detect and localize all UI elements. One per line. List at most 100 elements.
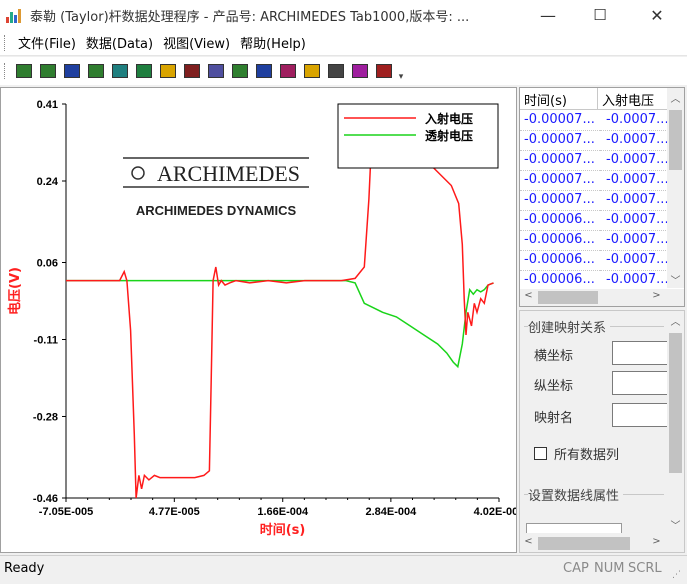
notes-icon[interactable] xyxy=(325,60,347,82)
x-axis-input[interactable] xyxy=(612,341,668,365)
archimedes-logo: ARCHIMEDES ARCHIMEDES DYNAMICS xyxy=(123,157,309,218)
legend-box xyxy=(337,103,499,169)
help-icon[interactable] xyxy=(301,60,323,82)
y-tick-label: 0.06 xyxy=(37,258,58,270)
props-scroll-right-icon[interactable]: > xyxy=(648,536,665,547)
transform-icon[interactable] xyxy=(205,60,227,82)
table-row[interactable]: -0.00006... -0.0007... xyxy=(520,251,668,271)
close-box-icon-glyph xyxy=(280,64,296,78)
props-scroll-left-icon[interactable]: < xyxy=(520,536,537,547)
cell-incident-voltage[interactable]: -0.0007... xyxy=(600,191,668,211)
cell-time[interactable]: -0.00007... xyxy=(520,171,600,191)
title-bar: 泰勒 (Taylor)杆数据处理程序 - 产品号: ARCHIMEDES Tab… xyxy=(0,0,687,30)
status-text: Ready xyxy=(4,561,45,576)
cell-incident-voltage[interactable]: -0.0007... xyxy=(600,231,668,251)
table-row[interactable]: -0.00007... -0.0007... xyxy=(520,111,668,131)
grid-col-incident[interactable]: 入射电压 xyxy=(598,88,668,109)
scroll-up-icon[interactable]: ︿ xyxy=(667,90,684,105)
y-axis-title: 电压(V) xyxy=(7,267,23,315)
print-icon-glyph xyxy=(88,64,104,78)
table-row[interactable]: -0.00007... -0.0007... xyxy=(520,191,668,211)
line-series-combo[interactable] xyxy=(526,523,622,533)
grid-horizontal-scrollbar[interactable]: < > xyxy=(520,289,684,306)
table-row[interactable]: -0.00006... -0.0007... xyxy=(520,271,668,291)
props-scroll-down-icon[interactable]: ﹀ xyxy=(667,517,684,532)
table-row[interactable]: -0.00007... -0.0007... xyxy=(520,151,668,171)
cell-time[interactable]: -0.00007... xyxy=(520,131,600,151)
menu-data[interactable]: 数据(Data) xyxy=(81,33,158,52)
cell-incident-voltage[interactable]: -0.0007... xyxy=(600,171,668,191)
cell-incident-voltage[interactable]: -0.0007... xyxy=(600,131,668,151)
print-icon[interactable] xyxy=(85,60,107,82)
y-tick-label: -0.11 xyxy=(34,334,58,346)
num-indicator: NUM xyxy=(594,561,625,576)
open-folder-icon[interactable] xyxy=(13,60,35,82)
axis-icon[interactable] xyxy=(373,60,395,82)
close-box-icon[interactable] xyxy=(277,60,299,82)
scroll-down-icon[interactable]: ﹀ xyxy=(667,272,684,287)
toolbar-overflow-icon[interactable]: ▾ xyxy=(397,60,405,82)
close-button[interactable]: ✕ xyxy=(634,0,680,30)
properties-panel: 创建映射关系 横坐标 纵坐标 映射名 所有数据列 设置数据线属性 ︿ ﹀ < > xyxy=(519,310,685,553)
data-grid[interactable]: 时间(s) 入射电压 -0.00007... -0.0007... -0.00007… xyxy=(519,87,685,307)
minimize-button[interactable]: — xyxy=(525,0,571,30)
save-icon-glyph xyxy=(64,64,80,78)
chart-icon[interactable] xyxy=(109,60,131,82)
scroll-right-icon[interactable]: > xyxy=(648,290,665,301)
help-icon-glyph xyxy=(304,64,320,78)
x-tick-label: 2.84E-004 xyxy=(365,506,417,518)
grid-icon[interactable] xyxy=(253,60,275,82)
menu-file[interactable]: 文件(File) xyxy=(13,33,81,52)
cell-incident-voltage[interactable]: -0.0007... xyxy=(600,251,668,271)
cell-time[interactable]: -0.00006... xyxy=(520,211,600,231)
voltage-chart[interactable]: 0.41 0.24 0.06 -0.11 -0.28 -0.46-7.05E-005 4.7… xyxy=(1,88,525,552)
menu-help[interactable]: 帮助(Help) xyxy=(235,33,311,52)
zoom-icon[interactable] xyxy=(181,60,203,82)
cell-incident-voltage[interactable]: -0.0007... xyxy=(600,211,668,231)
zoom-icon-glyph xyxy=(184,64,200,78)
props-horizontal-scrollbar[interactable]: < > xyxy=(520,535,684,552)
logo-emblem-icon xyxy=(131,166,145,180)
props-scroll-up-icon[interactable]: ︿ xyxy=(667,313,684,328)
cell-time[interactable]: -0.00007... xyxy=(520,111,600,131)
table-icon[interactable] xyxy=(157,60,179,82)
menu-bar: 文件(File) 数据(Data) 视图(View) 帮助(Help) xyxy=(0,30,687,56)
grid-vscroll-thumb[interactable] xyxy=(669,110,682,170)
table-row[interactable]: -0.00006... -0.0007... xyxy=(520,231,668,251)
cell-incident-voltage[interactable]: -0.0007... xyxy=(600,271,668,291)
table-row[interactable]: -0.00007... -0.0007... xyxy=(520,131,668,151)
mapping-name-input[interactable] xyxy=(612,403,668,427)
logo-tagline: ARCHIMEDES DYNAMICS xyxy=(136,203,297,218)
cell-time[interactable]: -0.00007... xyxy=(520,191,600,211)
resize-grip-icon[interactable]: ⋰ xyxy=(672,570,681,580)
grid-col-time[interactable]: 时间(s) xyxy=(520,88,598,109)
table-row[interactable]: -0.00007... -0.0007... xyxy=(520,171,668,191)
maximize-button[interactable]: ☐ xyxy=(577,0,623,30)
cell-incident-voltage[interactable]: -0.0007... xyxy=(600,111,668,131)
props-vscroll-thumb[interactable] xyxy=(669,333,682,473)
cross-icon[interactable] xyxy=(349,60,371,82)
plot-area[interactable]: 0.41 0.24 0.06 -0.11 -0.28 -0.46 -7.05E-005 4.7… xyxy=(0,87,525,553)
cell-time[interactable]: -0.00006... xyxy=(520,271,600,291)
menu-view[interactable]: 视图(View) xyxy=(158,33,235,52)
save-icon[interactable] xyxy=(61,60,83,82)
open-folder-icon-glyph xyxy=(16,64,32,78)
all-columns-checkbox[interactable] xyxy=(534,447,547,460)
cross-icon-glyph xyxy=(352,64,368,78)
refresh-icon[interactable] xyxy=(229,60,251,82)
cell-time[interactable]: -0.00007... xyxy=(520,151,600,171)
transform-icon-glyph xyxy=(208,64,224,78)
open-file-icon[interactable] xyxy=(37,60,59,82)
cell-time[interactable]: -0.00006... xyxy=(520,231,600,251)
table-row[interactable]: -0.00006... -0.0007... xyxy=(520,211,668,231)
props-hscroll-thumb[interactable] xyxy=(538,537,630,550)
mapping-group-title: 创建映射关系 xyxy=(528,317,611,336)
wave-icon[interactable] xyxy=(133,60,155,82)
grid-hscroll-thumb[interactable] xyxy=(538,291,598,304)
scroll-left-icon[interactable]: < xyxy=(520,290,537,301)
props-vertical-scrollbar[interactable]: ︿ ﹀ xyxy=(667,311,684,537)
grid-vertical-scrollbar[interactable]: ︿ ﹀ xyxy=(667,88,684,288)
y-axis-input[interactable] xyxy=(612,371,668,395)
cell-incident-voltage[interactable]: -0.0007... xyxy=(600,151,668,171)
cell-time[interactable]: -0.00006... xyxy=(520,251,600,271)
